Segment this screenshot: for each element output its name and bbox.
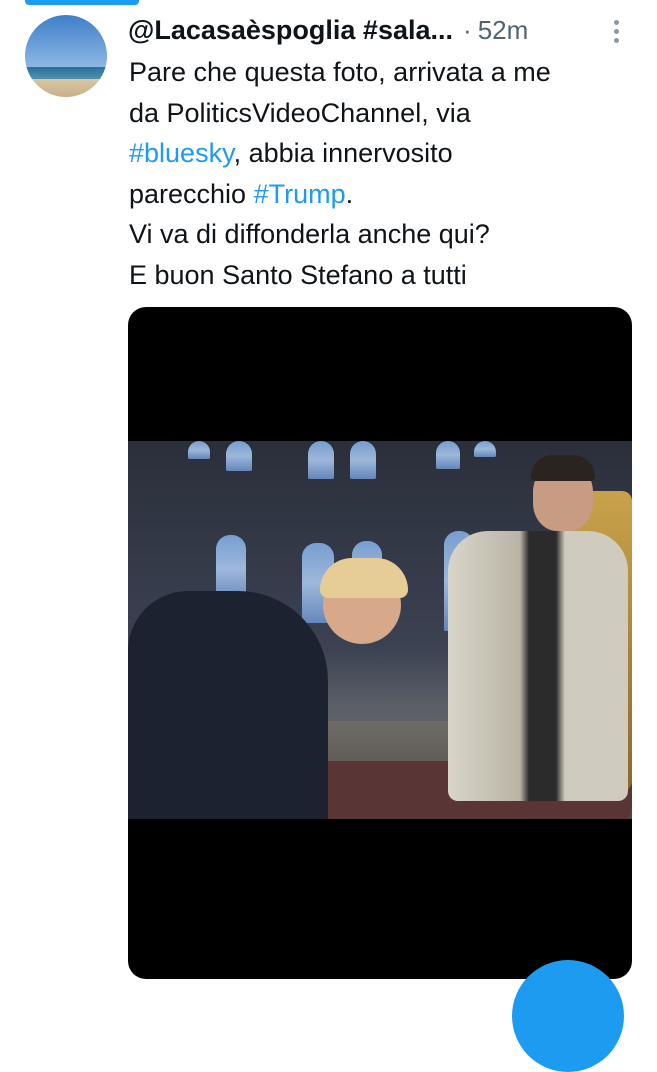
timestamp[interactable]: 52m [478, 15, 529, 46]
window [226, 441, 252, 471]
window [474, 441, 496, 457]
text-fragment: parecchio [129, 178, 254, 209]
window [350, 441, 376, 479]
user-handle[interactable]: @Lacasaèspoglia #sala... [128, 15, 453, 46]
text-line: da PoliticsVideoChannel, via [129, 97, 471, 128]
tweet-text: Pare che questa foto, arrivata a me da P… [129, 52, 639, 295]
tweet[interactable]: @Lacasaèspoglia #sala... · 52m Pare che … [0, 0, 657, 1072]
text-line: Vi va di diffonderla anche qui? [129, 219, 490, 249]
kneeling-figure [128, 591, 328, 819]
text-fragment: , abbia innervosito [233, 138, 453, 168]
text-fragment: . [345, 178, 354, 209]
seated-figure-hair [531, 455, 595, 481]
text-line: parecchio #Trump. [129, 174, 639, 215]
window [436, 441, 460, 469]
avatar[interactable] [25, 15, 107, 97]
kneeling-figure-hair [320, 558, 408, 598]
avatar-sand [25, 78, 107, 97]
hashtag-trump[interactable]: #Trump [254, 179, 346, 209]
compose-fab-icon[interactable] [512, 960, 624, 1072]
text-line: #bluesky, abbia innervosito [129, 133, 639, 174]
window [308, 441, 334, 479]
tweet-media[interactable] [128, 307, 632, 979]
media-photo [128, 441, 632, 819]
avatar-sky [25, 15, 107, 68]
hashtag-bluesky[interactable]: #bluesky [129, 138, 234, 168]
tweet-header: @Lacasaèspoglia #sala... · 52m [128, 12, 648, 48]
more-vertical-icon[interactable] [610, 20, 622, 46]
text-line: Pare che questa foto, arrivata a me [129, 57, 551, 87]
seated-figure [448, 531, 628, 801]
separator: · [463, 14, 472, 45]
avatar-sea [25, 67, 107, 79]
text-line: E buon Santo Stefano a tutti [129, 259, 467, 290]
window [188, 441, 210, 459]
